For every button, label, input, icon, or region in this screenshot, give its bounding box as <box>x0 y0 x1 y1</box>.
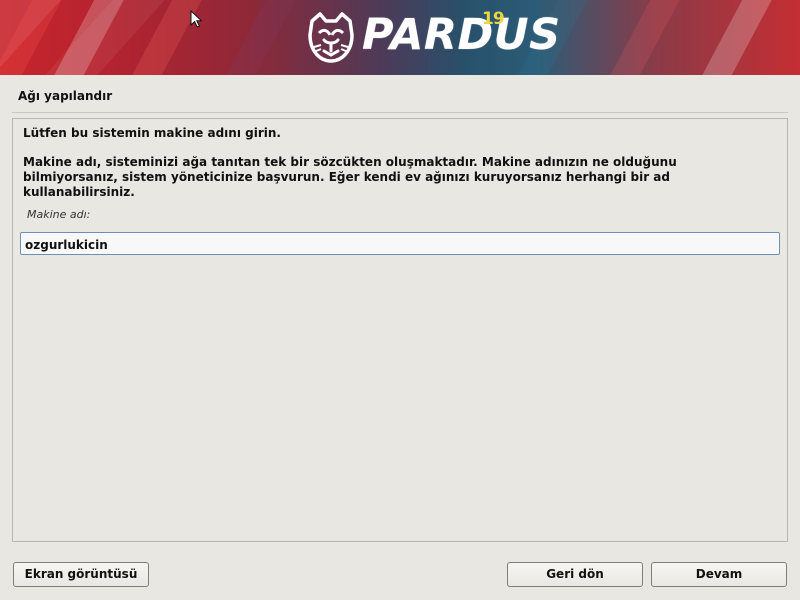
installer-window: PARDUS 19 Ağı yapılandır Lütfen bu siste… <box>0 0 800 600</box>
continue-button[interactable]: Devam <box>651 562 787 587</box>
hostname-panel: Lütfen bu sistemin makine adını girin. M… <box>12 118 788 542</box>
hostname-help-line: kullanabilirsiniz. <box>23 185 135 199</box>
hostname-help-line: bilmiyorsanız, sistem yöneticinize başvu… <box>23 170 670 184</box>
title-separator <box>12 112 788 113</box>
pardus-logo-text: PARDUS <box>362 10 561 60</box>
pardus-cat-icon <box>308 12 354 63</box>
hostname-input[interactable] <box>20 232 780 255</box>
hostname-field-label: Makine adı: <box>27 208 91 221</box>
hostname-intro-text: Lütfen bu sistemin makine adını girin. <box>23 126 281 140</box>
hostname-help-line: Makine adı, sisteminizi ağa tanıtan tek … <box>23 155 677 169</box>
hostname-help-text: Makine adı, sisteminizi ağa tanıtan tek … <box>23 155 763 200</box>
pardus-banner: PARDUS 19 <box>0 0 800 75</box>
banner-stripe <box>594 0 688 75</box>
pardus-version-text: 19 <box>482 9 505 29</box>
back-button[interactable]: Geri dön <box>507 562 643 587</box>
pardus-logo: PARDUS 19 <box>306 10 560 68</box>
screenshot-button[interactable]: Ekran görüntüsü <box>13 562 149 587</box>
banner-stripe <box>210 0 304 75</box>
page-title: Ağı yapılandır <box>18 89 113 103</box>
banner-stripe <box>686 0 780 75</box>
mouse-cursor-icon <box>190 10 202 28</box>
